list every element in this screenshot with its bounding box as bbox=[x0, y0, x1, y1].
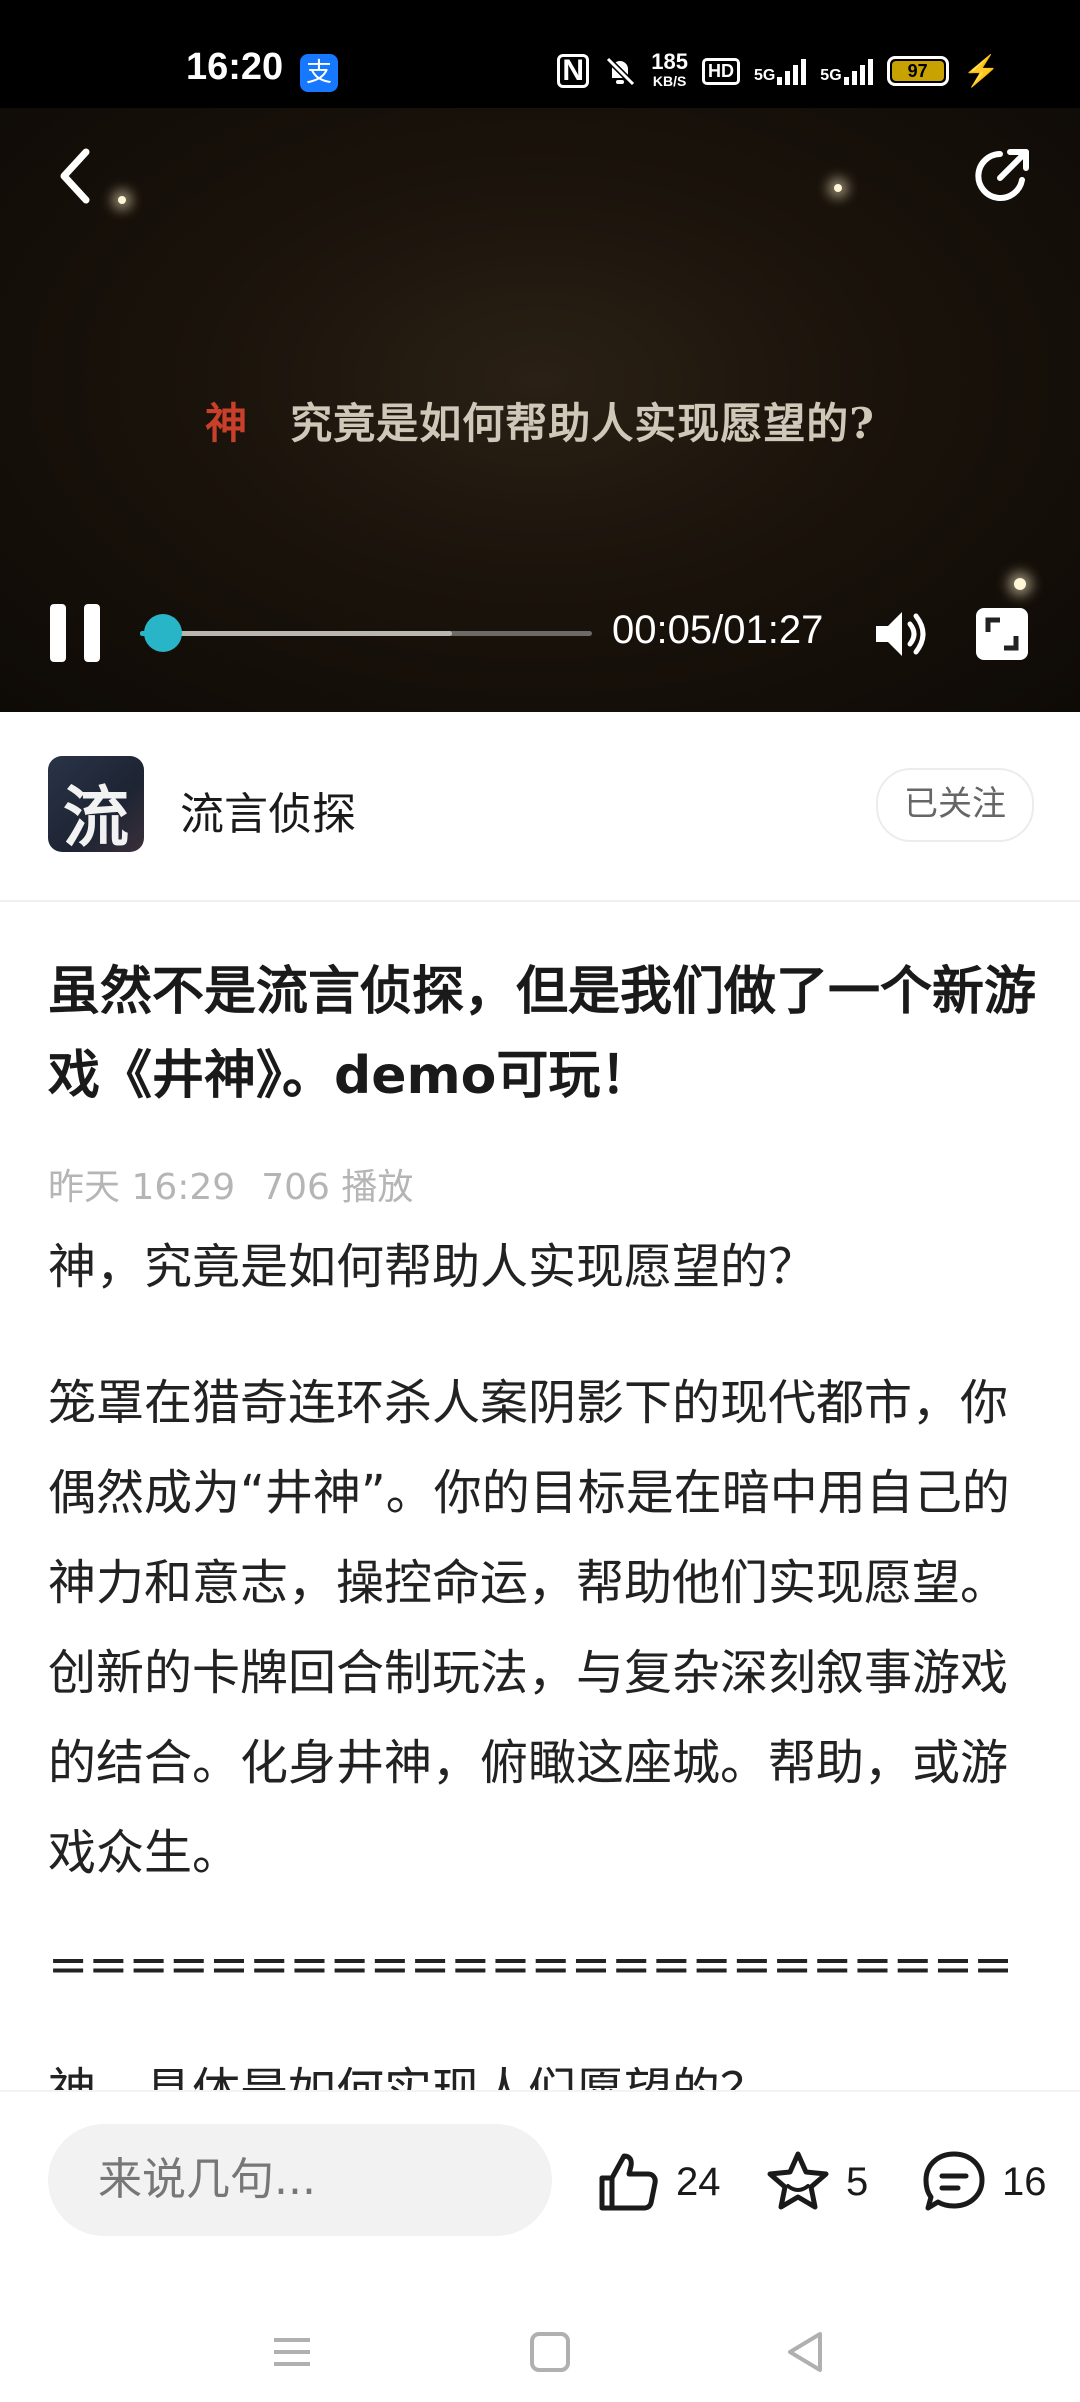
hd-voice-icon: HD bbox=[701, 57, 740, 85]
favorite-button[interactable]: 5 bbox=[764, 2148, 868, 2216]
status-bar: 16:20 支 N 185 KB/S HD 5G 5G 97 ⚡ bbox=[0, 0, 1080, 108]
avatar-glyph: 流 bbox=[63, 778, 129, 852]
post-title: 虽然不是流言侦探，但是我们做了一个新游戏《井神》。demo可玩！ bbox=[48, 962, 1037, 1106]
network-speed: 185 KB/S bbox=[651, 49, 688, 90]
share-icon[interactable] bbox=[970, 144, 1034, 208]
back-triangle-icon[interactable] bbox=[776, 2322, 836, 2382]
author-name[interactable]: 流言侦探 bbox=[180, 778, 356, 842]
post-paragraph: 笼罩在猎奇连环杀人案阴影下的现代都市，你偶然成为“井神”。你的目标是在暗中用自己… bbox=[48, 1375, 1010, 1881]
network-speed-unit: KB/S bbox=[652, 73, 687, 89]
signal-sim1-icon: 5G bbox=[753, 57, 807, 85]
post-time: 昨天 16:29 bbox=[48, 1167, 236, 1208]
comment-bubble-icon bbox=[923, 2151, 985, 2211]
star-icon bbox=[767, 2151, 829, 2210]
menu-icon[interactable] bbox=[262, 2322, 322, 2382]
comment-count: 16 bbox=[1002, 2159, 1047, 2204]
subtitle-text: 究竟是如何帮助人实现愿望的? bbox=[290, 399, 875, 448]
subtitle-highlight: 神 bbox=[205, 399, 249, 448]
battery-icon: 97 bbox=[886, 56, 949, 86]
comment-input[interactable]: 来说几句... bbox=[48, 2124, 552, 2236]
video-subtitle: 神究竟是如何帮助人实现愿望的? bbox=[0, 390, 1080, 451]
mute-bell-icon bbox=[606, 56, 636, 87]
home-icon[interactable] bbox=[520, 2322, 580, 2382]
network-speed-value: 185 bbox=[651, 49, 688, 74]
alipay-notification-icon: 支 bbox=[300, 54, 338, 92]
charging-icon: ⚡ bbox=[962, 54, 1000, 88]
post-plays: 706 播放 bbox=[261, 1167, 414, 1208]
favorite-count: 5 bbox=[846, 2159, 869, 2204]
battery-level: 97 bbox=[907, 61, 928, 81]
video-time: 00:05/01:27 bbox=[612, 608, 824, 652]
bottom-action-bar: 来说几句... 24 5 16 bbox=[0, 2090, 1080, 2402]
video-progress-bar[interactable] bbox=[140, 614, 592, 652]
like-button[interactable]: 24 bbox=[594, 2148, 721, 2216]
progress-buffered bbox=[140, 631, 452, 636]
pause-button[interactable] bbox=[50, 604, 104, 662]
volume-icon[interactable] bbox=[872, 606, 932, 662]
post-meta: 昨天 16:29 706 播放 bbox=[48, 1158, 413, 1210]
comment-button[interactable]: 16 bbox=[920, 2148, 1047, 2216]
back-arrow-icon[interactable] bbox=[56, 146, 96, 206]
follow-button[interactable]: 已关注 bbox=[876, 768, 1034, 842]
video-light-speck bbox=[1014, 578, 1026, 590]
video-light-speck bbox=[118, 196, 126, 204]
post-separator: ================================= bbox=[48, 1937, 1008, 1993]
status-time: 16:20 bbox=[186, 46, 284, 88]
sim2-network-type: 5G bbox=[820, 67, 842, 84]
author-row: 流 流言侦探 已关注 bbox=[0, 712, 1080, 902]
video-light-speck bbox=[834, 184, 842, 192]
sim1-network-type: 5G bbox=[753, 67, 776, 84]
signal-sim2-icon: 5G bbox=[820, 57, 873, 85]
post-paragraph: 神，究竟是如何帮助人实现愿望的？ bbox=[48, 1239, 817, 1295]
system-nav-bar bbox=[0, 2312, 1080, 2402]
progress-scrubber-handle[interactable] bbox=[143, 614, 182, 652]
video-player[interactable]: 神究竟是如何帮助人实现愿望的? 00:05/01:27 bbox=[0, 108, 1080, 712]
nfc-icon: N bbox=[557, 54, 590, 88]
author-avatar[interactable]: 流 bbox=[48, 756, 144, 852]
status-icons: N 185 KB/S HD 5G 5G 97 ⚡ bbox=[557, 49, 1000, 90]
fullscreen-icon[interactable] bbox=[974, 606, 1030, 662]
thumbs-up-icon bbox=[599, 2153, 658, 2211]
like-count: 24 bbox=[676, 2159, 721, 2204]
